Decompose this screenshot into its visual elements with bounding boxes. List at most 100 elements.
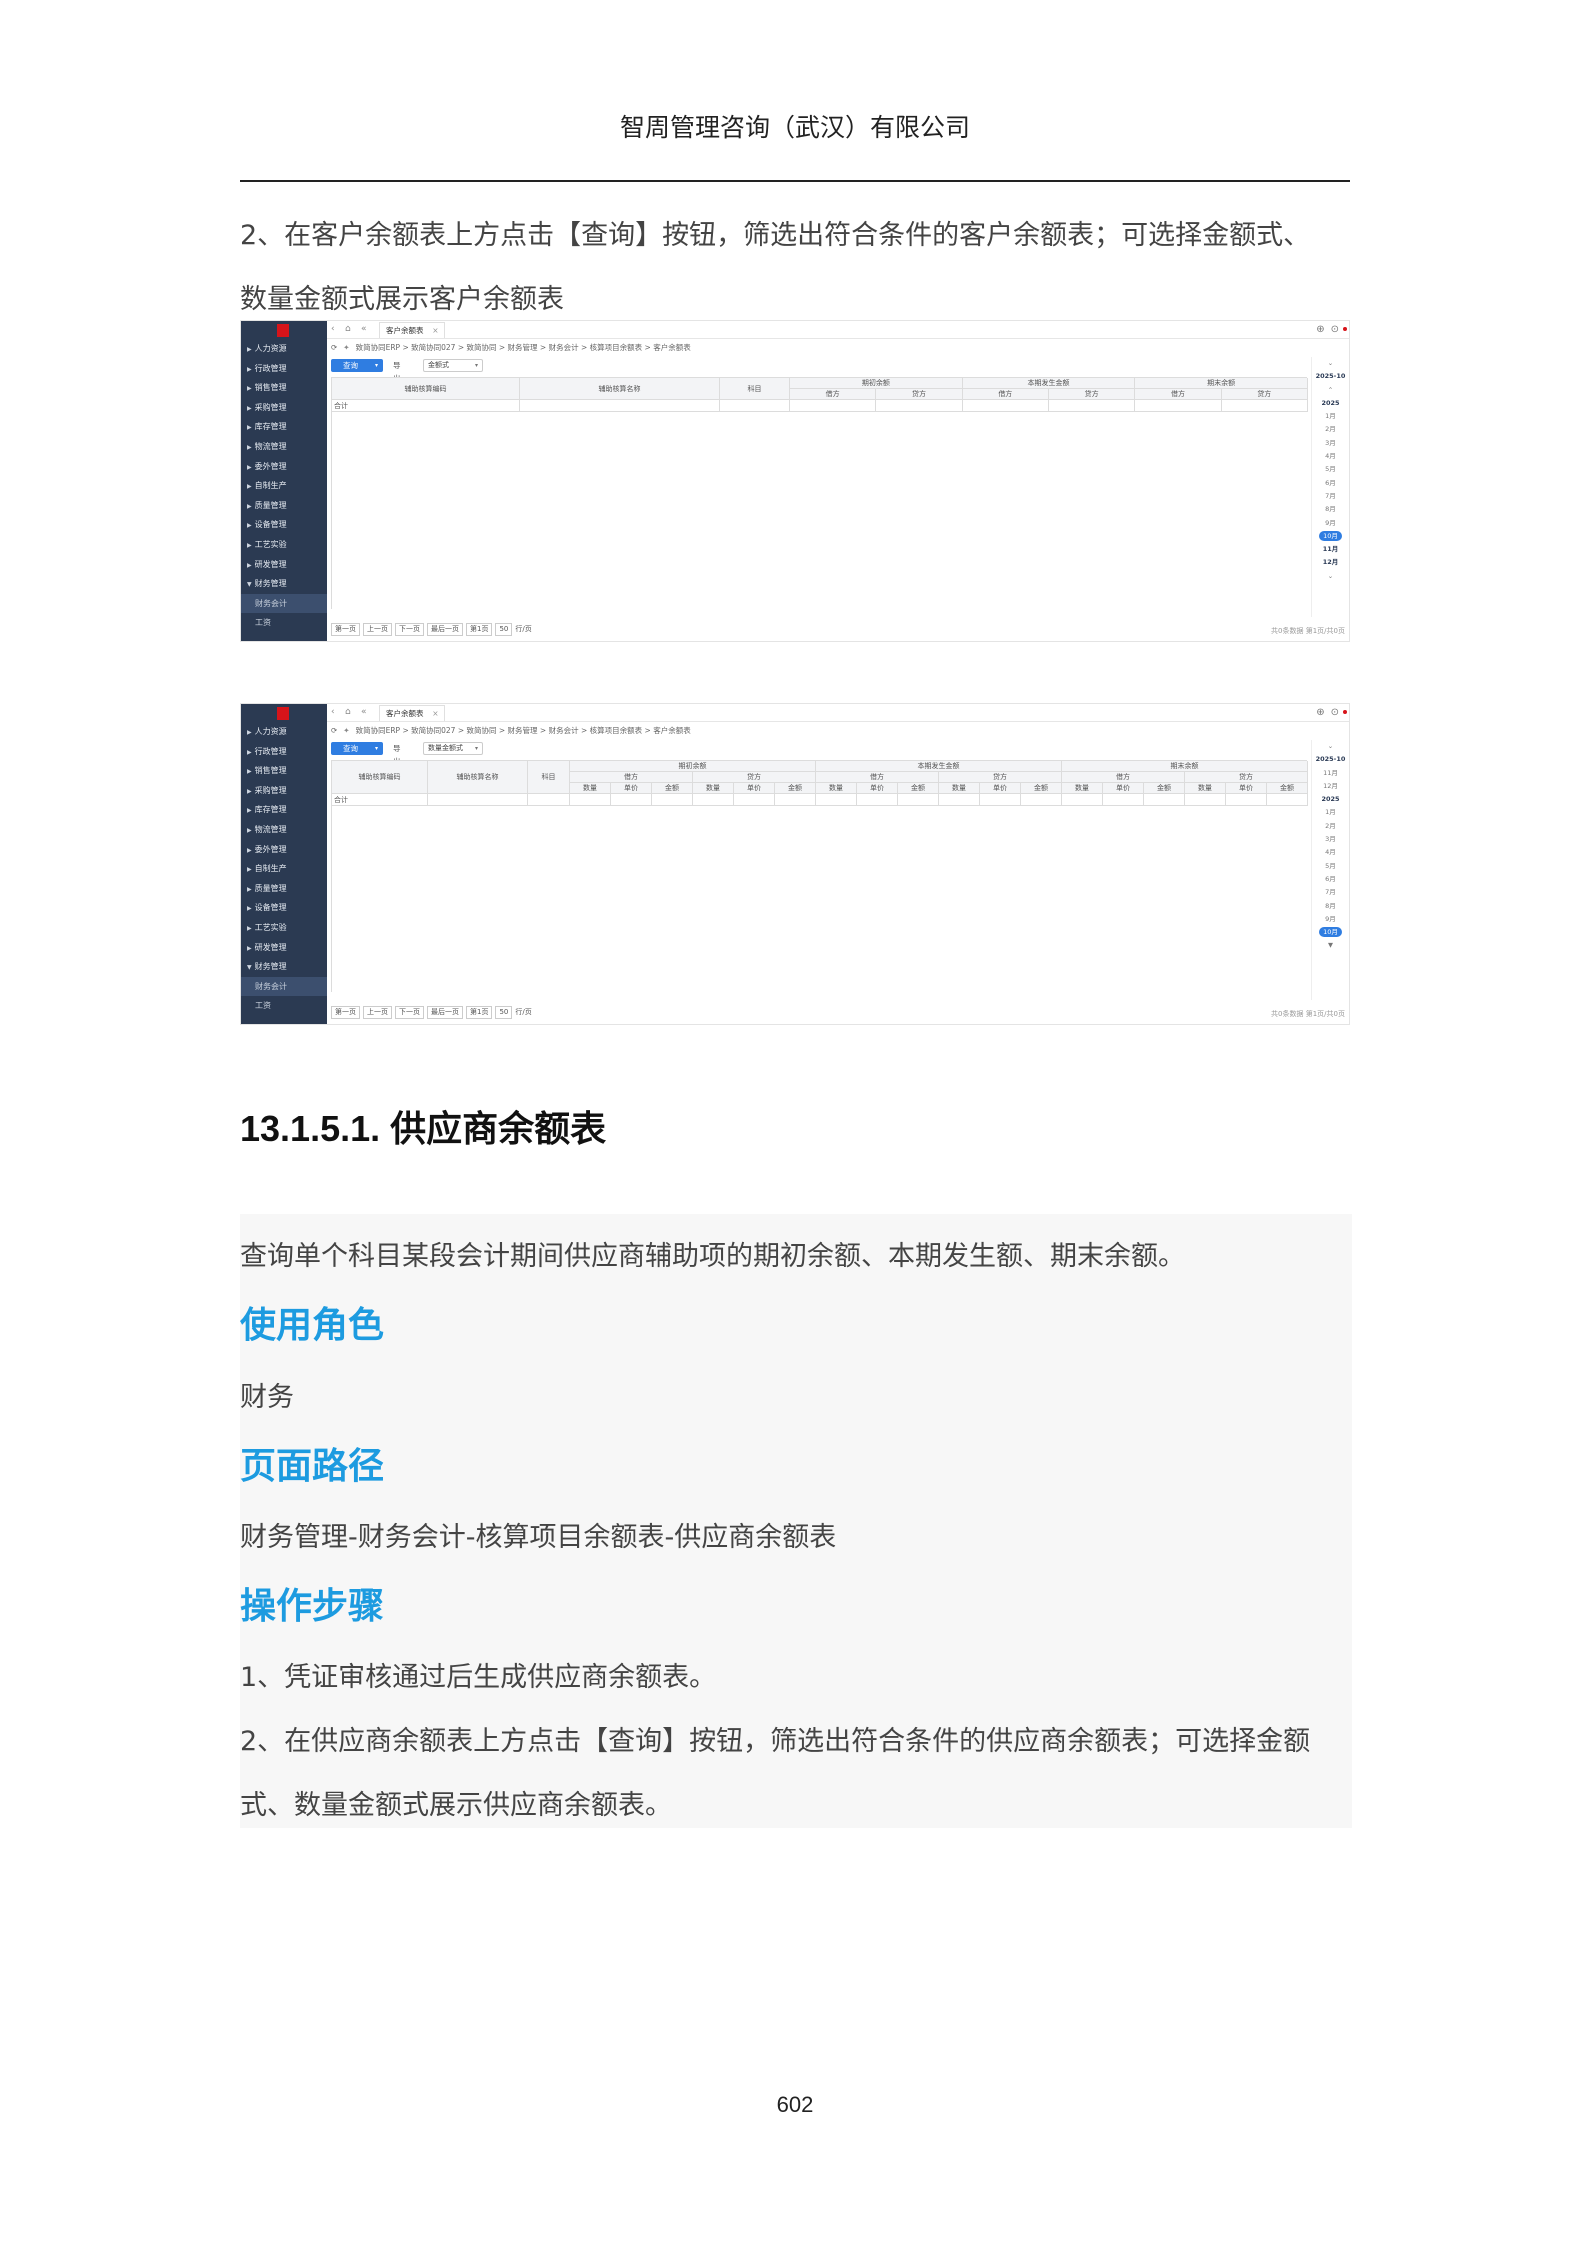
- sidebar-item[interactable]: ▶ 研发管理: [241, 938, 327, 958]
- close-icon[interactable]: ×: [432, 323, 438, 338]
- back-icon[interactable]: ‹: [331, 707, 335, 717]
- month-item[interactable]: 3月: [1312, 437, 1349, 450]
- export-button[interactable]: 导出: [393, 742, 401, 766]
- query-button[interactable]: 查询 ▾: [331, 742, 383, 755]
- month-item[interactable]: 9月: [1312, 913, 1349, 926]
- month-item[interactable]: 1月: [1312, 806, 1349, 819]
- month-item[interactable]: 4月: [1312, 846, 1349, 859]
- month-item[interactable]: 9月: [1312, 517, 1349, 530]
- scroll-down-icon[interactable]: ▼: [1312, 939, 1349, 952]
- collapse-chevron-icon[interactable]: ⌄: [1312, 740, 1349, 753]
- pager-next-button[interactable]: 下一页: [395, 1006, 424, 1019]
- scroll-up-icon[interactable]: ⌃: [1312, 384, 1349, 397]
- month-item[interactable]: 3月: [1312, 833, 1349, 846]
- sidebar-item[interactable]: ▶ 库存管理: [241, 800, 327, 820]
- toolbar-icons[interactable]: ⊕⊙: [1316, 707, 1345, 718]
- pager-last-button[interactable]: 最后一页: [427, 623, 463, 636]
- month-item[interactable]: 4月: [1312, 450, 1349, 463]
- month-item[interactable]: 12月: [1312, 780, 1349, 793]
- pager-first-button[interactable]: 第一页: [331, 1006, 360, 1019]
- month-item[interactable]: 11月: [1312, 543, 1349, 556]
- month-item[interactable]: 7月: [1312, 886, 1349, 899]
- sidebar-subitem[interactable]: 工资: [241, 996, 327, 1016]
- month-item[interactable]: 8月: [1312, 900, 1349, 913]
- sidebar-item[interactable]: ▶ 工艺实验: [241, 535, 327, 555]
- pager-size-input[interactable]: 50: [495, 1006, 513, 1019]
- pager-size-input[interactable]: 50: [495, 623, 513, 636]
- sidebar: ▶ 人力资源 ▶ 行政管理 ▶ 销售管理 ▶ 采购管理 ▶ 库存管理 ▶ 物流管理 ▶ 委外管理 ▶ 自制生产…: [241, 321, 327, 641]
- scroll-down-icon[interactable]: ⌄: [1312, 570, 1349, 583]
- sidebar-item[interactable]: ▼ 财务管理: [241, 957, 327, 977]
- sidebar-item[interactable]: ▶ 自制生产: [241, 859, 327, 879]
- refresh-icon[interactable]: ⟳: [331, 343, 337, 352]
- back-icon[interactable]: ‹: [331, 324, 335, 334]
- sidebar-item[interactable]: ▶ 质量管理: [241, 496, 327, 516]
- month-item[interactable]: 6月: [1312, 873, 1349, 886]
- display-mode-select[interactable]: 数量金额式 ▾: [423, 742, 483, 755]
- toolbar-icons[interactable]: ⊕⊙: [1316, 324, 1345, 335]
- sidebar-item[interactable]: ▶ 自制生产: [241, 476, 327, 496]
- tab-customer-balance[interactable]: 客户余额表 ×: [379, 322, 445, 338]
- sidebar-item[interactable]: ▶ 采购管理: [241, 398, 327, 418]
- sidebar-subitem[interactable]: 工资: [241, 613, 327, 633]
- breadcrumb: ⟳ ✦ 致简协同ERP > 致简协同027 > 致简协同 > 财务管理 > 财务会计…: [331, 725, 1349, 739]
- month-item[interactable]: 8月: [1312, 503, 1349, 516]
- period-panel: ⌄ 2025-10 11月 12月 2025 1月 2月 3月 4月 5月 6月 7月 8月 9月 10月 ▼: [1311, 740, 1349, 1000]
- sidebar-item[interactable]: ▶ 物流管理: [241, 437, 327, 457]
- refresh-icon[interactable]: ⟳: [331, 726, 337, 735]
- tab-customer-balance[interactable]: 客户余额表 ×: [379, 705, 445, 721]
- sidebar-item[interactable]: ▶ 设备管理: [241, 515, 327, 535]
- display-mode-select[interactable]: 金额式 ▾: [423, 359, 483, 372]
- pager-first-button[interactable]: 第一页: [331, 623, 360, 636]
- sidebar-item[interactable]: ▶ 行政管理: [241, 359, 327, 379]
- month-item-selected[interactable]: 10月: [1312, 926, 1349, 939]
- close-icon[interactable]: ×: [432, 706, 438, 721]
- query-button[interactable]: 查询 ▾: [331, 359, 383, 372]
- double-chevron-left-icon[interactable]: «: [361, 707, 367, 717]
- sidebar-item[interactable]: ▶ 委外管理: [241, 457, 327, 477]
- sidebar-item[interactable]: ▶ 销售管理: [241, 761, 327, 781]
- home-icon[interactable]: ⌂: [345, 707, 351, 717]
- sidebar-item[interactable]: ▶ 工艺实验: [241, 918, 327, 938]
- month-item-selected[interactable]: 10月: [1312, 530, 1349, 543]
- pager-prev-button[interactable]: 上一页: [363, 1006, 392, 1019]
- double-chevron-left-icon[interactable]: «: [361, 324, 367, 334]
- pager-next-button[interactable]: 下一页: [395, 623, 424, 636]
- sidebar-item[interactable]: ▶ 质量管理: [241, 879, 327, 899]
- pager-page-select[interactable]: 第1页: [466, 623, 493, 636]
- pager-page-select[interactable]: 第1页: [466, 1006, 493, 1019]
- pager-prev-button[interactable]: 上一页: [363, 623, 392, 636]
- sidebar-item[interactable]: ▶ 人力资源: [241, 722, 327, 742]
- sidebar-item[interactable]: ▼ 财务管理: [241, 574, 327, 594]
- sidebar-item-label: 财务管理: [254, 579, 287, 589]
- sidebar-subitem[interactable]: 财务会计: [241, 976, 327, 997]
- month-item[interactable]: 6月: [1312, 477, 1349, 490]
- pager-last-button[interactable]: 最后一页: [427, 1006, 463, 1019]
- sidebar-item[interactable]: ▶ 委外管理: [241, 840, 327, 860]
- table-header-cell: 期末余额: [1135, 378, 1308, 389]
- pin-icon[interactable]: ✦: [343, 726, 349, 735]
- month-item[interactable]: 1月: [1312, 410, 1349, 423]
- month-item[interactable]: 12月: [1312, 556, 1349, 569]
- sidebar-item[interactable]: ▶ 人力资源: [241, 339, 327, 359]
- sidebar-item-label: 质量管理: [254, 883, 287, 893]
- month-item[interactable]: 7月: [1312, 490, 1349, 503]
- sidebar-item[interactable]: ▶ 研发管理: [241, 555, 327, 575]
- sidebar-item[interactable]: ▶ 设备管理: [241, 898, 327, 918]
- export-button[interactable]: 导出: [393, 359, 401, 383]
- month-item[interactable]: 2月: [1312, 423, 1349, 436]
- sidebar-subitem[interactable]: 财务会计: [241, 593, 327, 614]
- sidebar-item[interactable]: ▶ 物流管理: [241, 820, 327, 840]
- month-item[interactable]: 11月: [1312, 767, 1349, 780]
- sidebar-item[interactable]: ▶ 行政管理: [241, 742, 327, 762]
- home-icon[interactable]: ⌂: [345, 324, 351, 334]
- month-item[interactable]: 5月: [1312, 463, 1349, 476]
- sidebar-item[interactable]: ▶ 库存管理: [241, 417, 327, 437]
- sidebar-item[interactable]: ▶ 销售管理: [241, 378, 327, 398]
- pin-icon[interactable]: ✦: [343, 343, 349, 352]
- table-cell: [775, 794, 816, 806]
- sidebar-item[interactable]: ▶ 采购管理: [241, 781, 327, 801]
- collapse-chevron-icon[interactable]: ⌄: [1312, 357, 1349, 370]
- month-item[interactable]: 2月: [1312, 820, 1349, 833]
- month-item[interactable]: 5月: [1312, 860, 1349, 873]
